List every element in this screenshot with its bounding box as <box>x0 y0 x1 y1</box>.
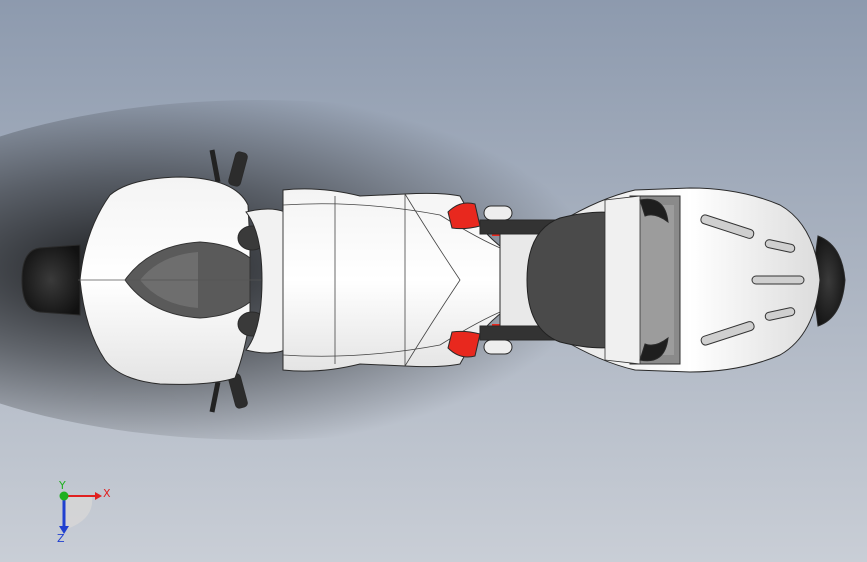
front-tire <box>21 244 81 316</box>
cad-viewport[interactable] <box>0 0 867 562</box>
tail-inner-panel-light <box>636 205 674 355</box>
seat-cowl <box>604 195 641 365</box>
left-footpeg <box>483 205 513 221</box>
right-footpeg <box>483 339 513 355</box>
